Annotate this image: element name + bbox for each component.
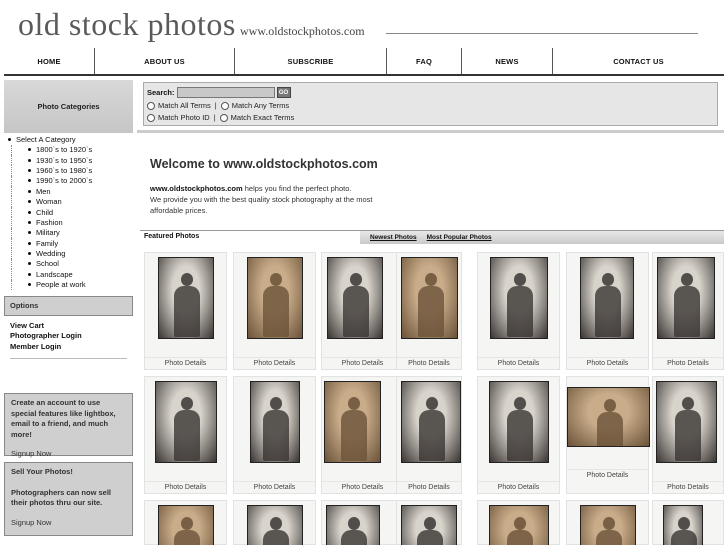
figure-body [417,529,443,545]
figure-body [674,409,701,461]
figure-body [671,529,697,545]
photo-details-link[interactable]: Photo Details [397,481,461,491]
figure-head [681,396,694,410]
photo-details-link[interactable]: Photo Details [653,481,723,491]
photo-thumbnail[interactable] [327,257,383,339]
figure-body [417,285,444,337]
photo-card [566,500,649,545]
figure-body [595,285,621,337]
figure-head [603,516,615,530]
figure-head [181,272,193,286]
photo-card: Photo Details [477,252,560,370]
figure-body [263,409,289,461]
photo-card: Photo Details [652,376,724,494]
photo-details-link[interactable]: Photo Details [653,357,723,367]
figure-body [174,409,200,461]
photo-details-link[interactable]: Photo Details [478,481,559,491]
figure-body [343,285,369,337]
photo-thumbnail[interactable] [401,505,457,545]
photo-card: Photo Details [144,252,227,370]
photo-thumbnail[interactable] [580,257,634,339]
figure-head [181,516,193,530]
photo-card [321,500,404,545]
figure-head [347,396,360,410]
photo-details-link[interactable]: Photo Details [145,357,226,367]
figure-head [348,516,360,530]
photo-thumbnail[interactable] [401,257,458,339]
figure-head [270,272,282,286]
photo-thumbnail[interactable] [489,505,549,545]
figure-body [341,529,367,545]
photo-card: Photo Details [396,252,462,370]
figure-body [174,285,200,337]
photo-thumbnail[interactable] [155,381,217,463]
photo-thumbnail[interactable] [580,505,636,545]
photo-card [144,500,227,545]
photo-card: Photo Details [233,252,316,370]
figure-head [514,396,526,410]
photo-grid: Photo Details Photo Details Photo Details P… [0,0,727,545]
photo-thumbnail[interactable] [158,505,214,545]
figure-body [674,285,700,337]
figure-head [270,396,282,410]
figure-head [424,272,437,286]
figure-body [263,529,289,545]
photo-details-link[interactable]: Photo Details [478,357,559,367]
photo-card: Photo Details [396,376,462,494]
photo-thumbnail[interactable] [663,505,703,545]
figure-head [181,396,193,410]
photo-details-link[interactable]: Photo Details [322,481,403,491]
photo-card: Photo Details [477,376,560,494]
photo-card: Photo Details [566,252,649,370]
photo-thumbnail[interactable] [324,381,381,463]
figure-head [514,272,526,286]
photo-thumbnail[interactable] [326,505,380,545]
photo-card [233,500,316,545]
photo-thumbnail[interactable] [656,381,717,463]
photo-thumbnail[interactable] [489,381,549,463]
figure-head [514,516,526,530]
photo-details-link[interactable]: Photo Details [234,357,315,367]
photo-card: Photo Details [321,376,404,494]
photo-thumbnail[interactable] [158,257,214,339]
photo-card [477,500,560,545]
photo-thumbnail[interactable] [490,257,548,339]
photo-card [652,500,724,545]
figure-body [340,409,367,461]
photo-card: Photo Details [233,376,316,494]
photo-details-link[interactable]: Photo Details [145,481,226,491]
photo-thumbnail[interactable] [250,381,300,463]
figure-head [681,272,693,286]
figure-body [596,411,623,446]
figure-body [507,409,533,461]
photo-card: Photo Details [144,376,227,494]
figure-body [507,285,533,337]
photo-details-link[interactable]: Photo Details [567,469,648,479]
photo-details-link[interactable]: Photo Details [234,481,315,491]
photo-details-link[interactable]: Photo Details [567,357,648,367]
photo-card: Photo Details [566,376,650,494]
photo-card: Photo Details [321,252,404,370]
figure-head [602,272,614,286]
figure-body [419,409,445,461]
photo-card: Photo Details [652,252,724,370]
photo-card [396,500,462,545]
photo-details-link[interactable]: Photo Details [397,357,461,367]
figure-body [507,529,533,545]
figure-body [263,285,289,337]
photo-thumbnail[interactable] [567,387,650,447]
figure-head [270,516,282,530]
photo-details-link[interactable]: Photo Details [322,357,403,367]
figure-head [424,516,436,530]
photo-thumbnail[interactable] [247,257,303,339]
photo-thumbnail[interactable] [247,505,303,545]
photo-thumbnail[interactable] [657,257,715,339]
figure-head [350,272,362,286]
figure-body [174,529,200,545]
figure-head [603,398,616,412]
figure-head [426,396,438,410]
figure-head [678,516,690,530]
photo-thumbnail[interactable] [401,381,461,463]
figure-body [596,529,622,545]
